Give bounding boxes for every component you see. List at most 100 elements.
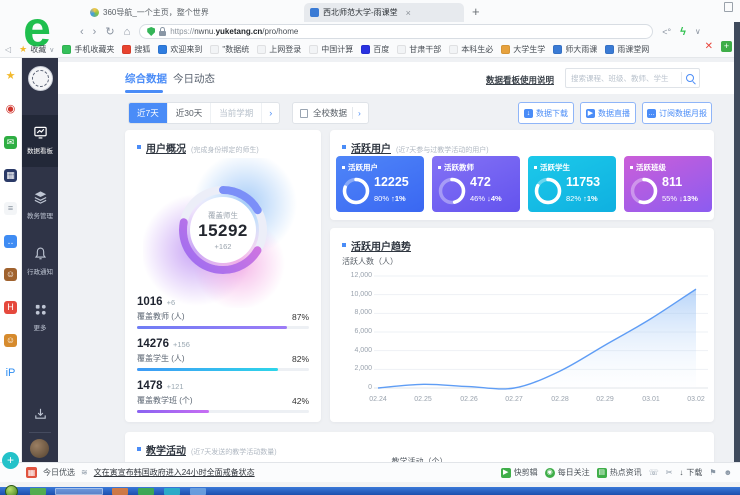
home-icon[interactable]: ⌂: [124, 26, 131, 38]
active-users-trend-card: 活跃用户趋势 活跃人数（人） 12,00010,0008,0006,0004,0…: [330, 228, 714, 422]
bookmark-favicon: [605, 45, 614, 54]
y-tick-label: 6,000: [332, 328, 372, 335]
download-tray-icon: [33, 406, 48, 421]
browser-tab-2-active[interactable]: 西北师范大学-雨课堂 ×: [304, 3, 464, 22]
x-tick-label: 02.26: [449, 396, 489, 403]
bookmark-item[interactable]: 大学生学: [501, 44, 545, 55]
new-tab-button[interactable]: +: [472, 4, 480, 19]
flag-icon[interactable]: ⚑: [709, 468, 716, 477]
donut-label: 覆盖师生: [181, 210, 265, 221]
search-box[interactable]: [565, 68, 700, 88]
side-app-icon[interactable]: ≡: [4, 202, 17, 215]
browser-tab-1[interactable]: 360导航_一个主页，整个世界: [84, 3, 300, 22]
side-app-icon[interactable]: ☺: [4, 268, 17, 281]
taskbar-app-icon[interactable]: [190, 488, 206, 495]
bookmark-item[interactable]: 师大雨课: [553, 44, 597, 55]
data-live-button[interactable]: ▶ 数据直播: [580, 102, 636, 124]
sidebar-item-more[interactable]: 更多: [22, 302, 58, 332]
search-icon[interactable]: [686, 74, 694, 82]
sidebar-toggle-button[interactable]: +: [2, 452, 19, 469]
favorites-root[interactable]: ★ 收藏 ∨: [19, 44, 54, 55]
side-app-icon[interactable]: ✉: [4, 136, 17, 149]
window-edge: [734, 22, 740, 462]
tab-close-icon[interactable]: ×: [406, 8, 411, 18]
filter-30days[interactable]: 近30天: [168, 103, 211, 123]
windows-taskbar[interactable]: [0, 487, 740, 495]
ring-chart: [629, 176, 659, 206]
bookmark-item[interactable]: 欢迎来到: [158, 44, 202, 55]
start-button[interactable]: [5, 485, 18, 495]
taskbar-app-icon[interactable]: [138, 488, 154, 495]
hot-news-tool[interactable]: ▤热点资讯: [597, 467, 642, 478]
gift-icon[interactable]: ▦: [26, 467, 37, 478]
bookmark-item[interactable]: 手机收藏夹: [62, 44, 114, 55]
cut-icon[interactable]: ✕: [705, 41, 713, 52]
url-text: https://nwnu.yuketang.cn/pro/home: [170, 27, 298, 36]
share-icon[interactable]: <°: [662, 27, 671, 37]
tab-list-icon[interactable]: [724, 2, 733, 12]
downloads-tool[interactable]: ↓下载: [679, 467, 702, 478]
taskbar-app-icon[interactable]: [164, 488, 180, 495]
news-icon: ▤: [597, 468, 607, 478]
news-ticker[interactable]: 文在寅宣布韩国政府进入24小时全面戒备状态: [94, 467, 255, 478]
bookmark-item[interactable]: 上网登录: [257, 44, 301, 55]
promo-label[interactable]: 今日优选: [43, 467, 75, 478]
phone-icon[interactable]: ☏: [649, 468, 659, 477]
progress-fill: [137, 326, 287, 329]
ring-chart: [341, 176, 371, 206]
y-tick-label: 0: [332, 384, 372, 391]
bookmark-item[interactable]: 搜狐: [122, 44, 150, 55]
search-input[interactable]: [571, 74, 677, 83]
side-app-icon[interactable]: H: [4, 301, 17, 314]
taskbar-app-icon[interactable]: [112, 488, 128, 495]
x-tick-label: 02.28: [540, 396, 580, 403]
bell-icon: [33, 246, 48, 261]
bookmark-item[interactable]: 甘肃干部: [397, 44, 441, 55]
filter-semester[interactable]: 当前学期: [211, 103, 262, 123]
side-app-icon[interactable]: ★: [4, 70, 17, 83]
data-download-button[interactable]: ↓ 数据下载: [518, 102, 574, 124]
title-bullet: [342, 145, 346, 149]
chevron-down-icon[interactable]: ∨: [695, 27, 701, 36]
sidebar-item-academic[interactable]: 教务管理: [22, 190, 58, 220]
address-bar[interactable]: https://nwnu.yuketang.cn/pro/home: [139, 24, 653, 39]
forward-icon[interactable]: ›: [93, 26, 97, 38]
active-users-card: 活跃用户 (近7天参与过教学活动的用户) 活跃用户 12225 80% ↑1% …: [330, 130, 714, 220]
bookmark-item[interactable]: 本科生必: [449, 44, 493, 55]
bookmark-item[interactable]: 百度: [361, 44, 389, 55]
side-app-icon[interactable]: ☺: [4, 334, 17, 347]
collapse-bookmarks-icon[interactable]: ◁: [5, 45, 11, 54]
title-bullet: [137, 145, 141, 149]
side-app-icon[interactable]: ‥: [4, 235, 17, 248]
user-avatar[interactable]: [30, 439, 49, 458]
refresh-icon[interactable]: ↻: [105, 25, 114, 38]
side-app-icon[interactable]: ▦: [4, 169, 17, 182]
sidebar-item-notice[interactable]: 行政通知: [22, 246, 58, 276]
time-chevron-icon[interactable]: ›: [262, 103, 279, 123]
tab-today-activity[interactable]: 今日动态: [173, 71, 215, 86]
subscribe-report-button[interactable]: … 订阅数据月报: [642, 102, 712, 124]
account-icon[interactable]: ☻: [724, 468, 732, 477]
bookmark-item[interactable]: 中国计算: [309, 44, 353, 55]
filter-7days[interactable]: 近7天: [129, 103, 168, 123]
bookmark-item[interactable]: "数据统: [210, 44, 249, 55]
scissors-icon[interactable]: ✂: [666, 468, 673, 477]
dashboard-help-link[interactable]: 数据看板使用说明: [436, 74, 554, 86]
taskbar-app-icon[interactable]: [30, 488, 46, 495]
side-app-icon[interactable]: ◉: [4, 103, 17, 116]
side-app-icon[interactable]: iP: [4, 367, 17, 380]
snapshot-icon[interactable]: +: [721, 41, 732, 52]
tab-overview-data[interactable]: 综合数据: [125, 71, 167, 86]
taskbar-active-window[interactable]: [55, 488, 103, 495]
subscribe-icon: …: [647, 109, 656, 118]
daily-follow-tool[interactable]: ◉每日关注: [545, 467, 590, 478]
bookmark-item[interactable]: 雨课堂网: [605, 44, 649, 55]
sidebar-download-button[interactable]: [22, 406, 58, 423]
sidebar-item-dashboard[interactable]: 数据看板: [22, 115, 58, 167]
search-divider: [681, 72, 682, 84]
bookmark-favicon: [501, 45, 510, 54]
back-icon[interactable]: ‹: [80, 26, 84, 38]
scope-select[interactable]: 全校数据 ›: [292, 102, 369, 124]
accelerator-icon[interactable]: ϟ: [680, 26, 686, 38]
quick-clip-tool[interactable]: ▶快剪辑: [501, 467, 538, 478]
